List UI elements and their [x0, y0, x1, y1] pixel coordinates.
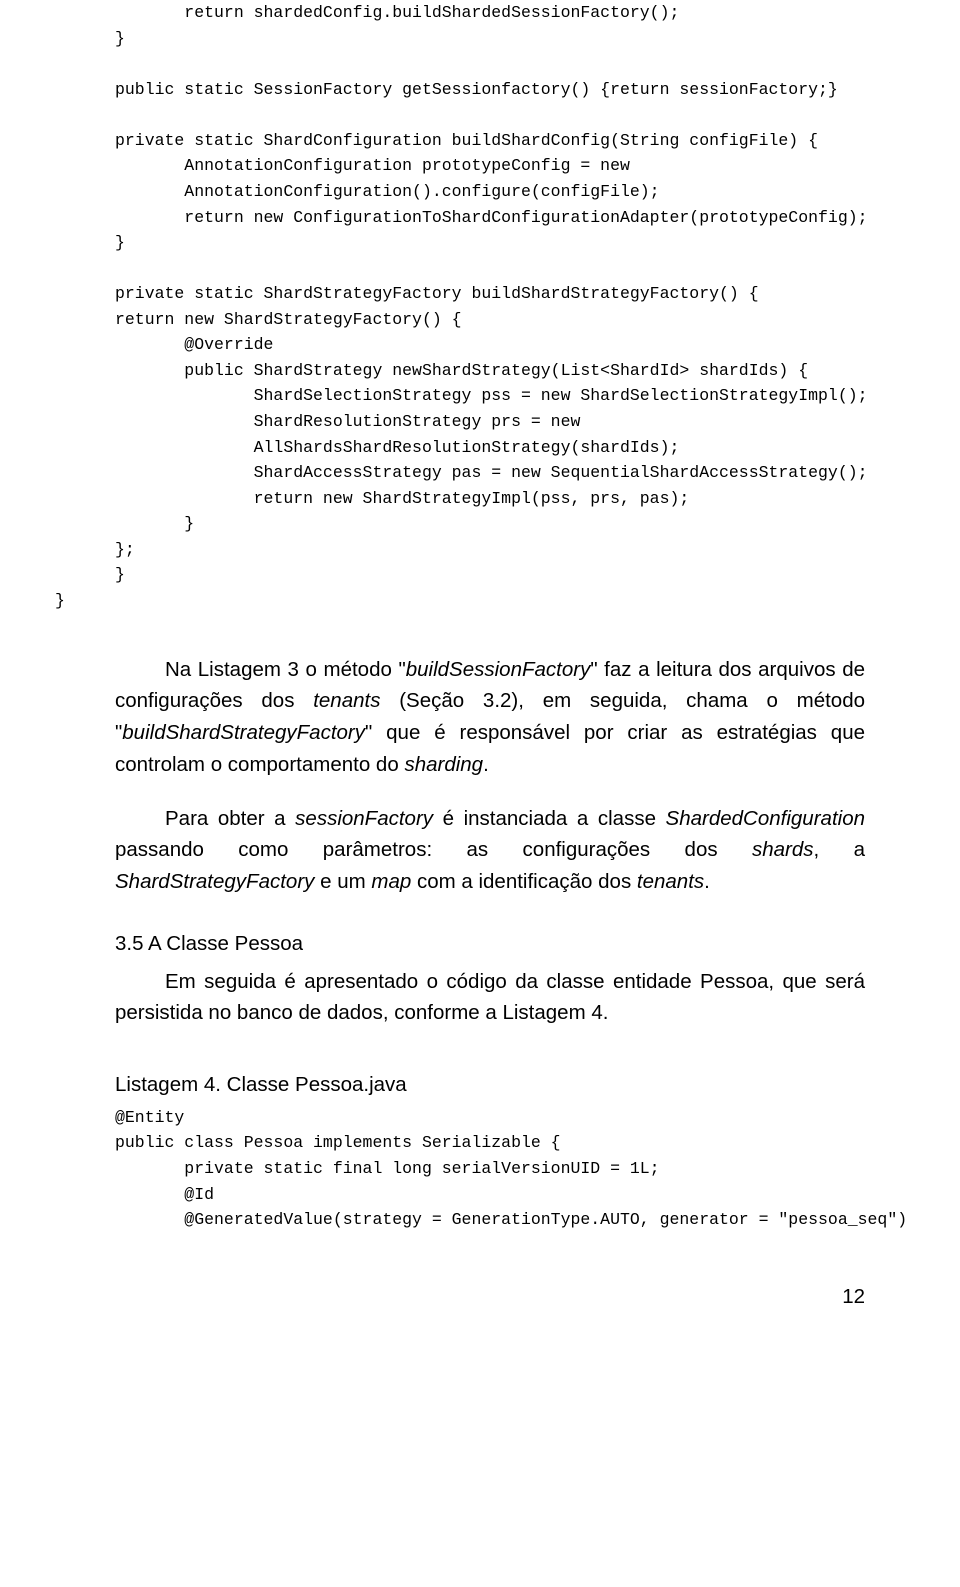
code-line: @Override [115, 335, 273, 354]
listing-4-title: Listagem 4. Classe Pessoa.java [115, 1069, 865, 1101]
code-line: private static ShardConfiguration buildS… [115, 131, 818, 150]
italic-text: map [371, 870, 411, 893]
code-line: return new ConfigurationToShardConfigura… [115, 208, 868, 227]
code-line: @Entity [115, 1108, 184, 1127]
paragraph-1: Na Listagem 3 o método "buildSessionFact… [115, 654, 865, 781]
prose-block: Na Listagem 3 o método "buildSessionFact… [115, 654, 865, 898]
code-line: private static ShardStrategyFactory buil… [115, 284, 759, 303]
italic-text: ShardStrategyFactory [115, 870, 314, 893]
prose-block-2: Em seguida é apresentado o código da cla… [115, 966, 865, 1030]
code-line: AllShardsShardResolutionStrategy(shardId… [115, 438, 679, 457]
code-line: ShardAccessStrategy pas = new Sequential… [115, 463, 868, 482]
text: é instanciada a classe [433, 807, 666, 830]
code-line: AnnotationConfiguration prototypeConfig … [115, 156, 630, 175]
italic-text: ShardedConfiguration [666, 807, 865, 830]
code-line: } [115, 29, 125, 48]
text: Para obter a [165, 807, 295, 830]
code-line: ShardSelectionStrategy pss = new ShardSe… [115, 386, 868, 405]
code-line: } [115, 233, 125, 252]
code-line: public class Pessoa implements Serializa… [115, 1133, 561, 1152]
text: e um [314, 870, 371, 893]
italic-text: tenants [637, 870, 704, 893]
section-heading: 3.5 A Classe Pessoa [115, 928, 865, 960]
code-line: }; [115, 540, 135, 559]
text: com a identificação dos [411, 870, 637, 893]
code-listing-3-continuation: return shardedConfig.buildShardedSession… [115, 0, 865, 614]
italic-text: sharding [404, 753, 483, 776]
code-line: } [115, 514, 194, 533]
code-line: AnnotationConfiguration().configure(conf… [115, 182, 660, 201]
code-line: public static SessionFactory getSessionf… [115, 80, 838, 99]
paragraph-2: Para obter a sessionFactory é instanciad… [115, 803, 865, 898]
italic-text: tenants [313, 689, 380, 712]
code-line: } [115, 565, 125, 584]
italic-text: buildSessionFactory [406, 658, 591, 681]
code-line: return new ShardStrategyFactory() { [115, 310, 462, 329]
code-line: @Id [115, 1185, 214, 1204]
italic-text: sessionFactory [295, 807, 433, 830]
code-line: return shardedConfig.buildShardedSession… [115, 3, 679, 22]
italic-text: buildShardStrategyFactory [122, 721, 365, 744]
page-number: 12 [115, 1281, 865, 1313]
code-line: @GeneratedValue(strategy = GenerationTyp… [115, 1210, 907, 1229]
code-line: return new ShardStrategyImpl(pss, prs, p… [115, 489, 689, 508]
code-listing-4: @Entity public class Pessoa implements S… [115, 1105, 865, 1233]
text: Na Listagem 3 o método " [165, 658, 406, 681]
code-line: private static final long serialVersionU… [115, 1159, 660, 1178]
code-line: } [55, 591, 65, 610]
text: . [704, 870, 710, 893]
code-line: ShardResolutionStrategy prs = new [115, 412, 580, 431]
code-line: public ShardStrategy newShardStrategy(Li… [115, 361, 808, 380]
text: . [483, 753, 489, 776]
text: , a [814, 838, 865, 861]
italic-text: shards [752, 838, 814, 861]
text: passando como parâmetros: as configuraçõ… [115, 838, 752, 861]
paragraph-3: Em seguida é apresentado o código da cla… [115, 966, 865, 1030]
